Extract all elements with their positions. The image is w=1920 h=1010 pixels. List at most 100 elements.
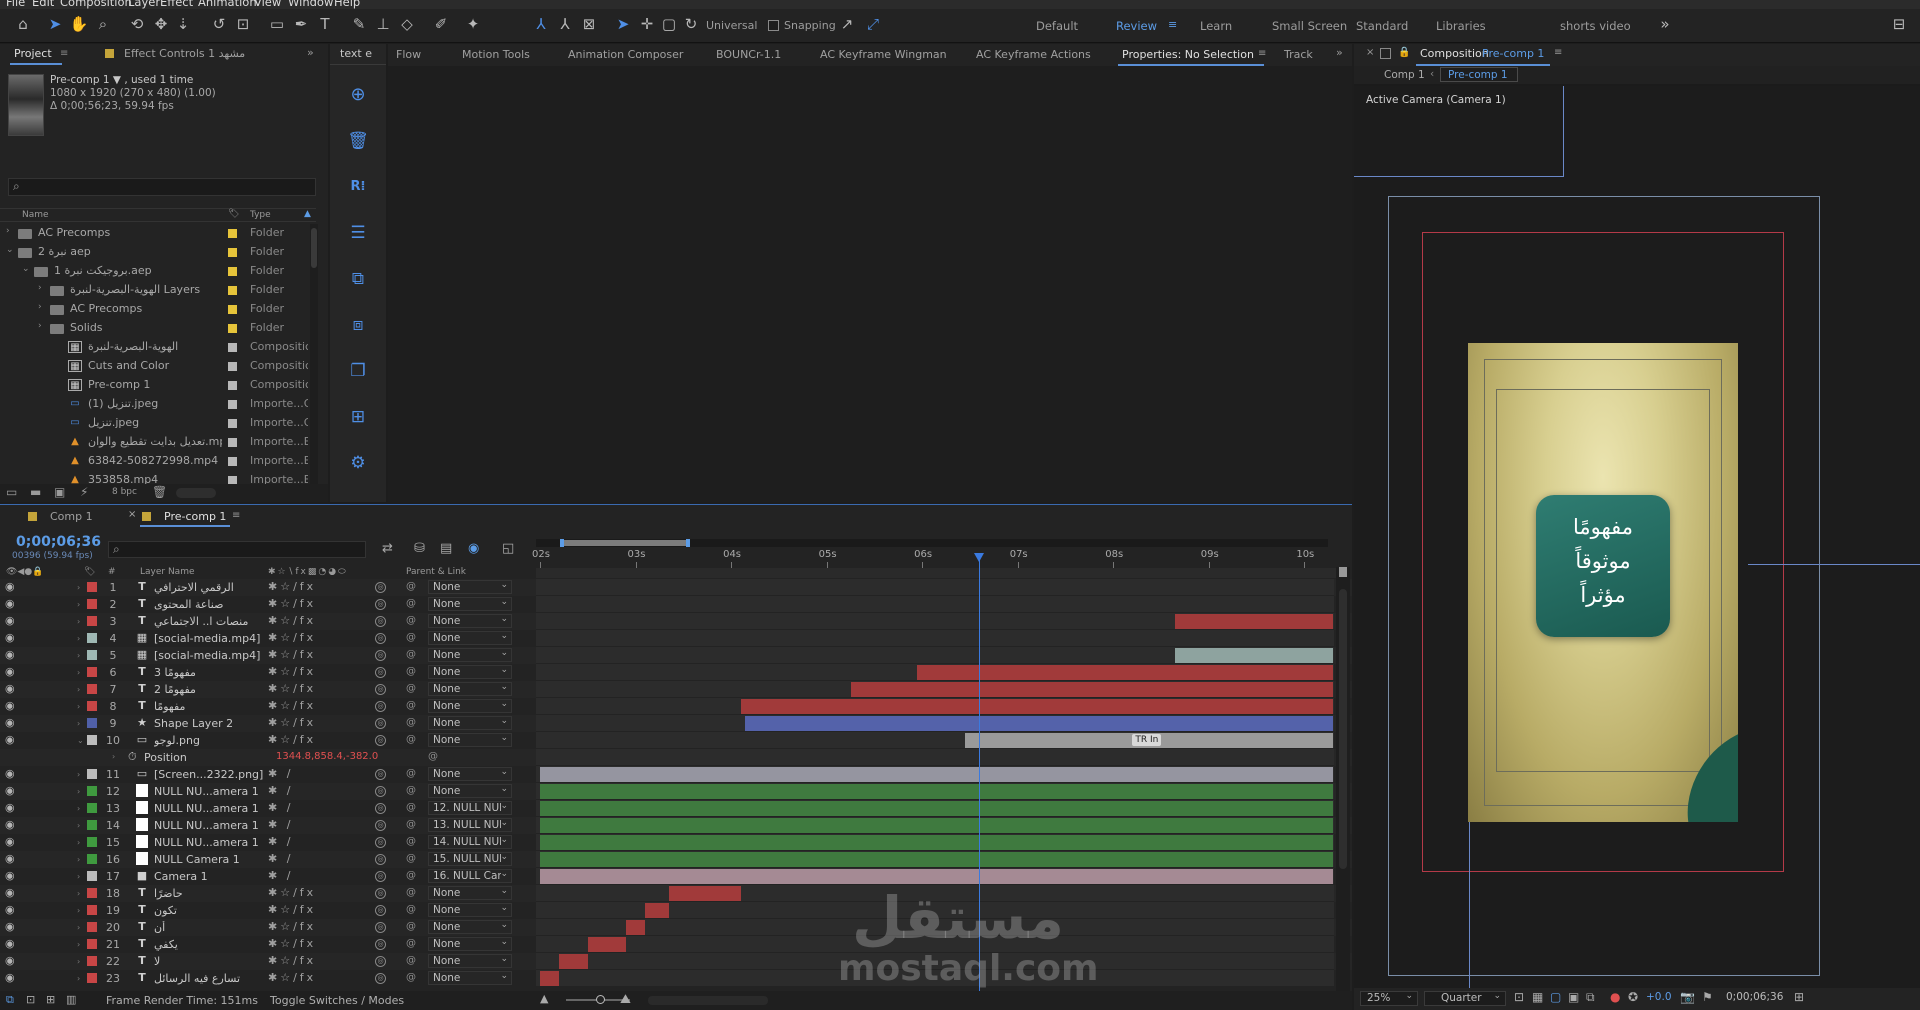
layer-duration-bar[interactable]	[540, 971, 560, 986]
layer-name[interactable]: مفهومًا 3	[154, 666, 264, 679]
parent-select[interactable]: 15. NULL NUI ⌄	[428, 852, 512, 866]
motion-blur-switch-icon[interactable]: ◎	[375, 956, 386, 967]
motion-blur-icon[interactable]: ◉	[468, 541, 479, 556]
expand-arrow-icon[interactable]: ›	[77, 855, 80, 864]
snapshot-icon[interactable]: 📷	[1680, 990, 1695, 1004]
visibility-eye-icon[interactable]: ◉	[5, 682, 15, 695]
orbit-camera-icon[interactable]: ⟲	[126, 13, 148, 35]
timeline-layer-row[interactable]: ⏱ › Position 1344.8,858.4,-382.0 @	[0, 749, 1352, 766]
layer-switches-icon[interactable]: ✱ ∕	[268, 869, 293, 882]
parent-select[interactable]: None ⌄	[428, 920, 512, 934]
label-swatch[interactable]	[228, 324, 237, 333]
workspace-learn[interactable]: Learn	[1200, 19, 1232, 33]
in-out-icon[interactable]: ▥	[66, 993, 76, 1006]
playhead-handle-icon[interactable]	[974, 553, 985, 562]
transparency-grid-icon[interactable]: ▦	[1532, 990, 1543, 1004]
expand-arrow-icon[interactable]: ›	[77, 821, 80, 830]
layer-switches-icon[interactable]: ✱☆∕fx	[268, 971, 316, 984]
brush-tool-icon[interactable]: ✎	[348, 13, 370, 35]
settings-gear-icon[interactable]: ⚙	[347, 452, 369, 474]
flowchart-icon[interactable]: ⚡	[80, 485, 88, 499]
motion-blur-switch-icon[interactable]: ◎	[375, 854, 386, 865]
parent-select[interactable]: None ⌄	[428, 631, 512, 645]
motion-blur-switch-icon[interactable]: ◎	[375, 667, 386, 678]
parent-link-header[interactable]: Parent & Link	[406, 567, 466, 577]
label-swatch[interactable]	[87, 599, 97, 609]
visibility-eye-icon[interactable]: ◉	[5, 614, 15, 627]
workspace-default[interactable]: Default	[1036, 19, 1078, 33]
view-axis-icon[interactable]: ⊠	[578, 13, 600, 35]
expand-arrow-icon[interactable]: ⌄	[22, 264, 30, 274]
new-folder-icon[interactable]: ▬	[30, 485, 41, 499]
layer-duration-bar[interactable]	[540, 784, 1333, 799]
visibility-eye-icon[interactable]: ◉	[5, 648, 15, 661]
expand-arrow-icon[interactable]: ›	[6, 226, 10, 236]
layer-name[interactable]: الرقمي الاحترافي	[154, 581, 264, 594]
mask-icon[interactable]: ▢	[1550, 990, 1561, 1004]
expand-arrow-icon[interactable]: ›	[77, 583, 80, 592]
world-axis-icon[interactable]: ⅄	[554, 13, 576, 35]
layer-name[interactable]: [social-media.mp4]	[154, 632, 264, 645]
color-management-icon[interactable]: ●	[1610, 990, 1620, 1004]
timeline-layer-row[interactable]: ◉ › 11 ▭ [Screen...2322.png] ✱ ∕ ◎ @ None ⌄	[0, 766, 1352, 783]
layer-name[interactable]: NULL Camera 1	[154, 853, 264, 866]
motion-blur-switch-icon[interactable]: ◎	[375, 633, 386, 644]
visibility-eye-icon[interactable]: ◉	[5, 886, 15, 899]
expand-arrow-icon[interactable]: ⌄	[77, 736, 84, 745]
layer-duration-bar[interactable]	[540, 818, 1333, 833]
layer-duration-bar[interactable]	[645, 903, 669, 918]
layer-name[interactable]: لا	[154, 955, 264, 968]
motion-blur-switch-icon[interactable]: ◎	[375, 905, 386, 916]
tab-pre-comp-1[interactable]: Pre-comp 1	[164, 510, 226, 523]
layer-name[interactable]: حاضرًا	[154, 887, 264, 900]
layer-switches-icon[interactable]: ✱☆∕fx	[268, 580, 316, 593]
label-swatch[interactable]	[87, 616, 97, 626]
motion-blur-switch-icon[interactable]: ◎	[375, 599, 386, 610]
tab-properties-no-selection[interactable]: Properties: No Selection	[1122, 48, 1254, 61]
panel-menu-icon[interactable]: ≡	[232, 510, 240, 521]
parent-select[interactable]: None ⌄	[428, 886, 512, 900]
expand-arrow-icon[interactable]: ⌄	[6, 245, 14, 255]
label-swatch[interactable]	[228, 248, 237, 257]
layer-name[interactable]: NULL NU...amera 1	[154, 819, 264, 832]
pick-whip-icon[interactable]: @	[406, 819, 416, 830]
project-item[interactable]: ▲ 63842-508272998.mp4 Importe...E	[0, 452, 316, 471]
label-swatch[interactable]	[87, 786, 97, 796]
rectangle-tool-icon[interactable]: ▭	[266, 13, 288, 35]
layer-name[interactable]: تسارع فيه الرسائل	[154, 972, 264, 985]
snap-options-icon[interactable]: ↗	[836, 13, 858, 35]
pick-whip-icon[interactable]: @	[406, 955, 416, 966]
selection-tool-icon[interactable]: ➤	[44, 13, 66, 35]
work-area-end[interactable]	[686, 539, 690, 547]
pick-whip-icon[interactable]: @	[406, 887, 416, 898]
draft-3d-icon[interactable]: ⛁	[414, 541, 425, 556]
motion-blur-switch-icon[interactable]: ◎	[375, 735, 386, 746]
motion-blur-switch-icon[interactable]: ◎	[375, 939, 386, 950]
snapping-checkbox[interactable]	[768, 20, 779, 31]
layer-switches-icon[interactable]: ✱☆∕fx	[268, 614, 316, 627]
add-icon[interactable]: ⊕	[347, 84, 369, 106]
pick-whip-icon[interactable]: @	[406, 836, 416, 847]
parent-select[interactable]: None ⌄	[428, 716, 512, 730]
visibility-eye-icon[interactable]: ◉	[5, 954, 15, 967]
layer-duration-bar[interactable]	[668, 886, 741, 901]
parent-select[interactable]: None ⌄	[428, 665, 512, 679]
motion-blur-switch-icon[interactable]: ◎	[375, 616, 386, 627]
label-swatch[interactable]	[228, 400, 237, 409]
rotate-icon[interactable]: ↻	[680, 13, 702, 35]
pick-whip-icon[interactable]: @	[406, 802, 416, 813]
pick-whip-icon[interactable]: @	[406, 615, 416, 626]
timeline-layer-row[interactable]: ◉ › 5 ▦ [social-media.mp4] ✱☆∕fx ◎ @ None ⌄	[0, 647, 1352, 664]
label-swatch[interactable]	[87, 769, 97, 779]
pick-whip-icon[interactable]: @	[406, 785, 416, 796]
visibility-eye-icon[interactable]: ◉	[5, 818, 15, 831]
comp-flowchart-icon[interactable]: ⇄	[382, 541, 393, 556]
expand-arrow-icon[interactable]: ›	[77, 940, 80, 949]
parent-select[interactable]: 13. NULL NUI ⌄	[428, 818, 512, 832]
tab-animation-composer[interactable]: Animation Composer	[568, 48, 683, 61]
layer-duration-bar[interactable]	[559, 954, 588, 969]
bpc-label[interactable]: 8 bpc	[112, 487, 137, 497]
project-scrollbar[interactable]	[310, 224, 318, 490]
timeline-layer-row[interactable]: ◉ › 2 T صناعة المحتوى ✱☆∕fx ◎ @ None ⌄	[0, 596, 1352, 613]
tab-flow[interactable]: Flow	[396, 48, 421, 61]
